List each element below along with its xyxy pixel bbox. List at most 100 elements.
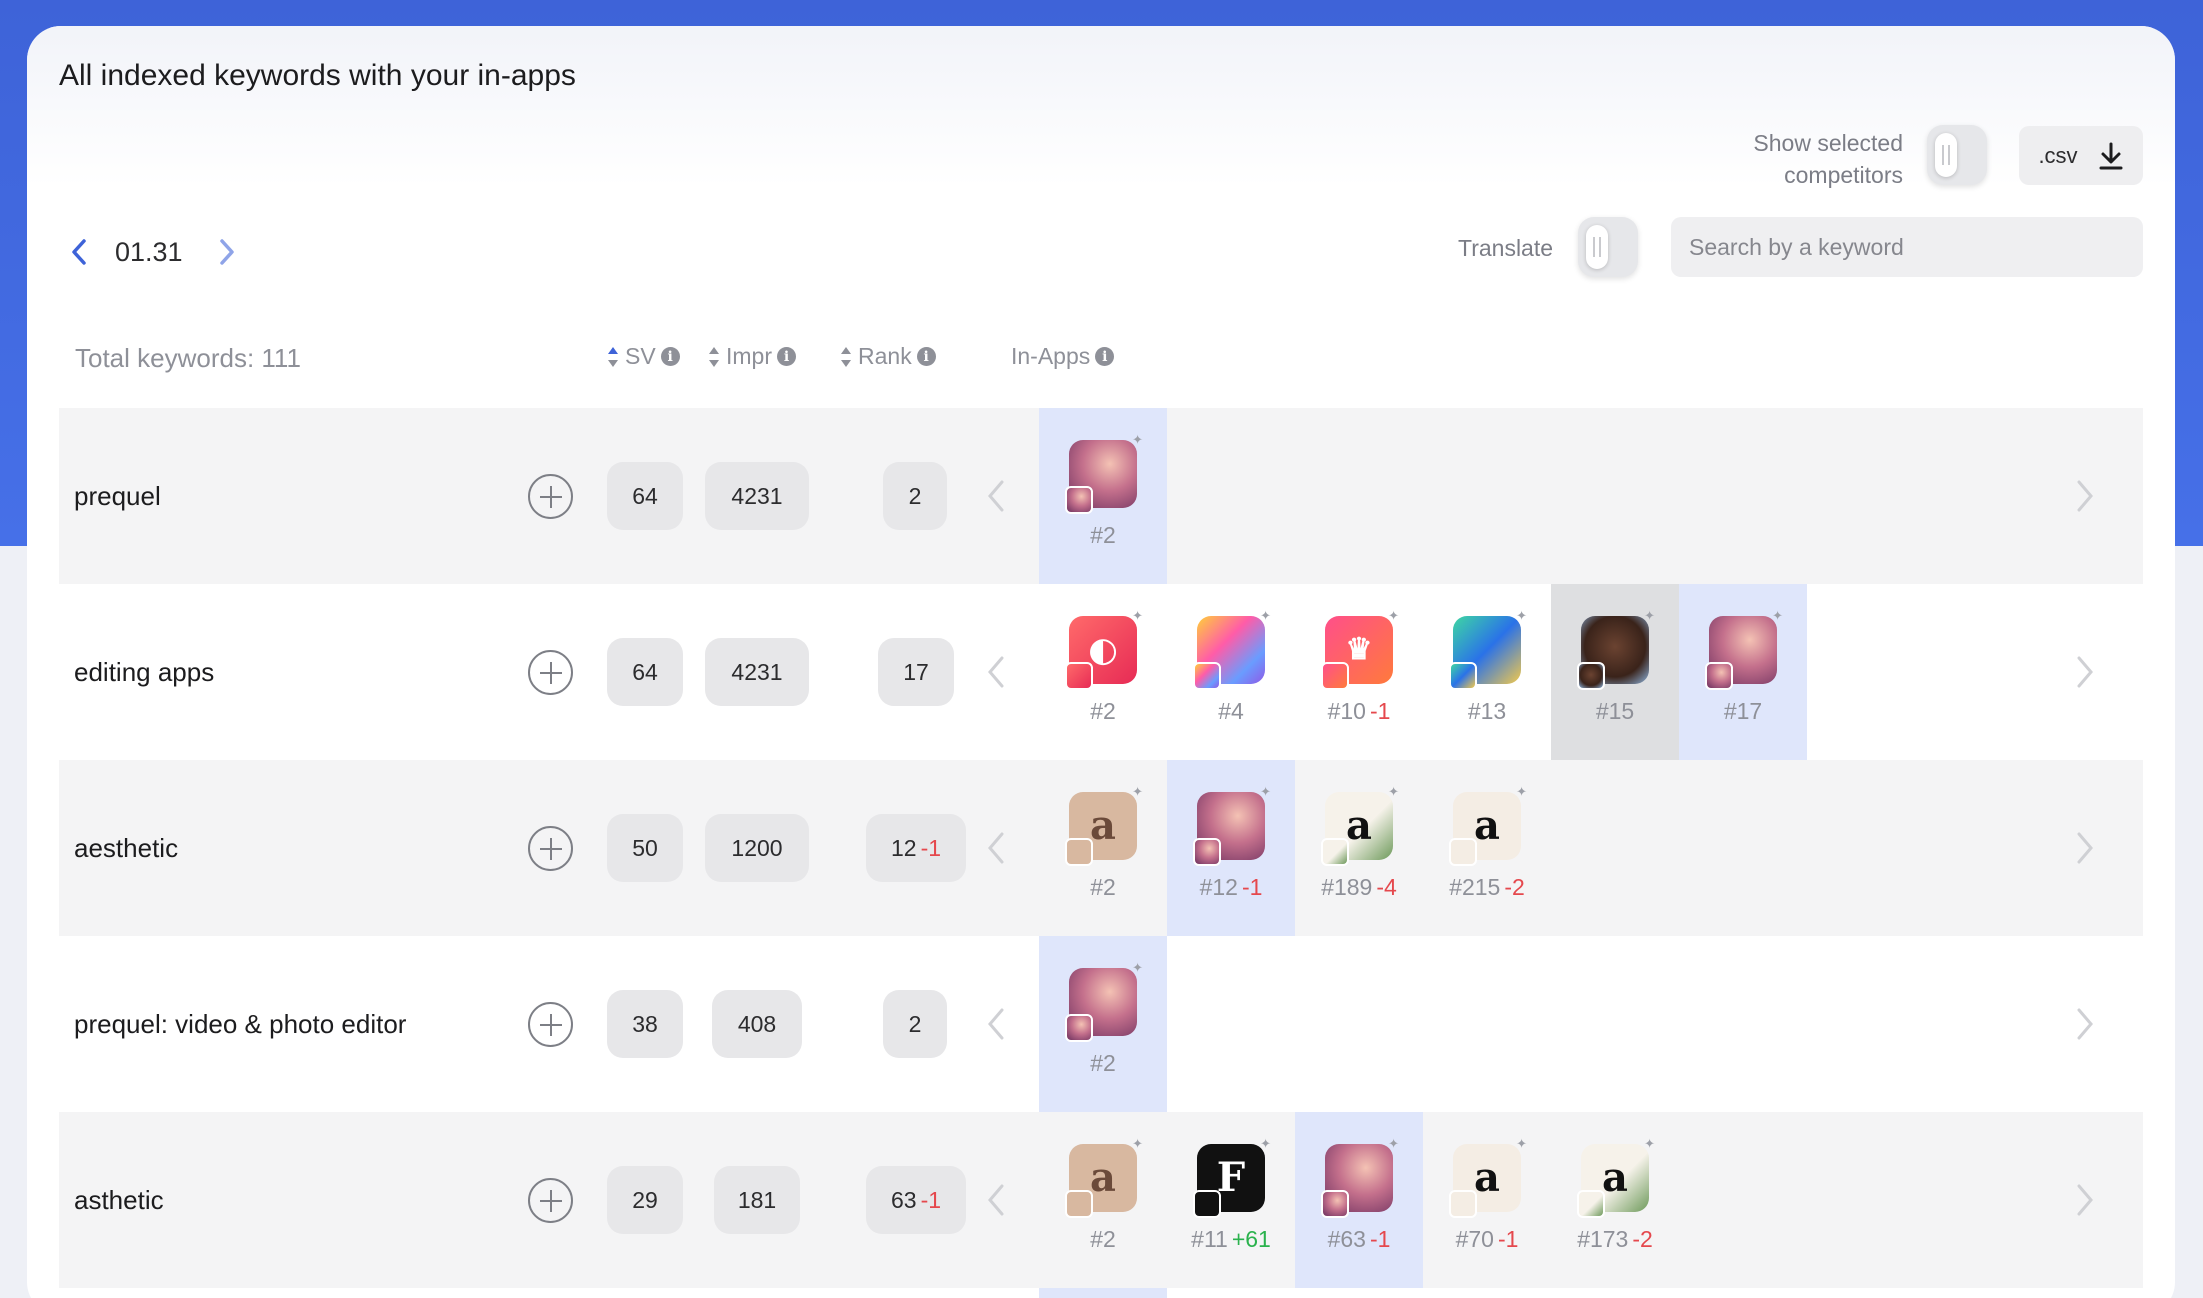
- mini-app-icon: [1065, 1189, 1093, 1218]
- scroll-right-icon[interactable]: [2073, 478, 2097, 514]
- in-app-rank-cell[interactable]: ♛ ✦ #10 -1: [1295, 584, 1423, 760]
- scroll-right-icon[interactable]: [2073, 830, 2097, 866]
- scroll-left-icon[interactable]: [984, 654, 1008, 690]
- sparkle-icon: ✦: [1388, 607, 1399, 623]
- sparkle-icon: ✦: [1132, 431, 1143, 447]
- csv-export-button[interactable]: .csv: [2019, 126, 2143, 185]
- aesthetic-cream-app-icon: a ✦: [1449, 1136, 1527, 1218]
- aesthetic-leaf-app-icon: a ✦: [1321, 784, 1399, 866]
- scroll-left-icon[interactable]: [984, 830, 1008, 866]
- mini-app-icon: [1193, 1189, 1221, 1218]
- impr-value: 181: [714, 1166, 800, 1234]
- add-keyword-button[interactable]: [528, 826, 573, 871]
- in-app-rank-cell[interactable]: a ✦ #173 -2: [1551, 1112, 1679, 1288]
- colorful-portrait-app-icon: ✦: [1193, 608, 1271, 690]
- mini-app-icon: [1065, 837, 1093, 866]
- keyword-text: aesthetic: [74, 832, 179, 863]
- keyword-search-input[interactable]: [1671, 217, 2143, 277]
- in-app-rank-cell[interactable]: ◐ ✦ #2: [1039, 584, 1167, 760]
- add-keyword-button[interactable]: [528, 474, 573, 519]
- in-app-rank-cell[interactable]: ✦ #4: [1167, 584, 1295, 760]
- sparkle-icon: ✦: [1260, 783, 1271, 799]
- rank-value: 2: [883, 990, 947, 1058]
- in-app-rank-cell[interactable]: a ✦ #189 -4: [1295, 760, 1423, 936]
- sparkle-icon: ✦: [1772, 607, 1783, 623]
- rank-delta: -1: [1369, 1225, 1391, 1252]
- sort-icon: [608, 346, 618, 367]
- table-row: asthetic 29 181 63 -1 a ✦ #2 F ✦ #11 +61…: [59, 1112, 2143, 1288]
- scroll-right-icon[interactable]: [2073, 1182, 2097, 1218]
- table-row: editing apps 64 4231 17 ◐ ✦ #2 ✦ #4 ♛ ✦ …: [59, 584, 2143, 760]
- in-app-rank-cell[interactable]: ✦ #13: [1423, 584, 1551, 760]
- translate-label: Translate: [1458, 235, 1554, 261]
- prequel-app-icon: ✦: [1065, 432, 1143, 514]
- toggle-knob: [1586, 225, 1608, 269]
- impr-value: 1200: [705, 814, 809, 882]
- toggle-knob: [1935, 133, 1957, 177]
- mini-app-icon: [1065, 1013, 1093, 1042]
- info-icon[interactable]: i: [916, 347, 936, 366]
- mini-app-icon: [1705, 661, 1733, 690]
- in-app-rank-cell[interactable]: a ✦ #2: [1039, 1112, 1167, 1288]
- keyword-text: asthetic: [74, 1184, 164, 1215]
- in-app-rank-cell[interactable]: a ✦ #70 -1: [1423, 1112, 1551, 1288]
- keyword-text: prequel: [74, 480, 161, 511]
- app-rank: #189: [1321, 873, 1373, 900]
- mini-app-icon: [1449, 661, 1477, 690]
- add-keyword-button[interactable]: [528, 1178, 573, 1223]
- app-rank: #17: [1723, 697, 1763, 724]
- sv-value: 64: [607, 462, 683, 530]
- in-app-rank-cell[interactable]: [1039, 1288, 1167, 1298]
- in-apps-column-header: In-Apps i: [1011, 343, 1115, 370]
- info-icon[interactable]: i: [660, 347, 680, 366]
- sparkle-icon: ✦: [1644, 607, 1655, 623]
- mini-app-icon: [1449, 1189, 1477, 1218]
- mini-app-icon: [1577, 661, 1605, 690]
- current-date: 01.31: [115, 236, 183, 267]
- app-rank: #215: [1449, 873, 1501, 900]
- sparkle-icon: ✦: [1260, 607, 1271, 623]
- prequel-app-icon: ✦: [1193, 784, 1271, 866]
- scroll-left-icon[interactable]: [984, 1006, 1008, 1042]
- in-app-rank-cell[interactable]: ✦ #15: [1551, 584, 1679, 760]
- page-title: All indexed keywords with your in-apps: [59, 59, 576, 92]
- info-icon[interactable]: i: [1095, 347, 1115, 366]
- in-app-rank-cell[interactable]: ✦ #17: [1679, 584, 1807, 760]
- scroll-right-icon[interactable]: [2073, 1006, 2097, 1042]
- in-app-rank-cell[interactable]: ✦ #2: [1039, 936, 1167, 1112]
- sparkle-icon: ✦: [1132, 959, 1143, 975]
- sparkle-icon: ✦: [1516, 607, 1527, 623]
- mini-app-icon: [1065, 485, 1093, 514]
- face-app-icon: ✦: [1577, 608, 1655, 690]
- scroll-left-icon[interactable]: [984, 478, 1008, 514]
- table-row: prequel 64 4231 2 ✦ #2: [59, 408, 2143, 584]
- impr-value: 4231: [705, 462, 809, 530]
- rank-number: 63: [890, 1186, 917, 1213]
- translate-toggle[interactable]: [1578, 217, 1638, 277]
- in-app-rank-cell[interactable]: ✦ #63 -1: [1295, 1112, 1423, 1288]
- impr-value: 4231: [705, 638, 809, 706]
- previous-date-button[interactable]: [65, 232, 93, 272]
- in-app-rank-cell[interactable]: F ✦ #11 +61: [1167, 1112, 1295, 1288]
- in-app-rank-cell[interactable]: ✦ #12 -1: [1167, 760, 1295, 936]
- sv-column-header[interactable]: SV i: [607, 343, 680, 370]
- next-date-button[interactable]: [213, 232, 241, 272]
- rank-column-header[interactable]: Rank i: [840, 343, 936, 370]
- in-app-rank-cell[interactable]: a ✦ #215 -2: [1423, 760, 1551, 936]
- aesthetic-crown-app-icon: a ✦: [1065, 784, 1143, 866]
- in-app-rank-cell[interactable]: ✦ #2: [1039, 408, 1167, 584]
- app-rank: #11: [1191, 1225, 1228, 1252]
- scroll-left-icon[interactable]: [984, 1182, 1008, 1218]
- rank-delta: -4: [1376, 873, 1397, 900]
- black-f-app-icon: F ✦: [1193, 1136, 1271, 1218]
- add-keyword-button[interactable]: [528, 650, 573, 695]
- scroll-right-icon[interactable]: [2073, 654, 2097, 690]
- in-app-rank-cell[interactable]: a ✦ #2: [1039, 760, 1167, 936]
- aesthetic-cream-app-icon: a ✦: [1449, 784, 1527, 866]
- add-keyword-button[interactable]: [528, 1002, 573, 1047]
- show-selected-competitors-toggle[interactable]: [1927, 125, 1987, 185]
- app-rank: #2: [1090, 1049, 1116, 1076]
- impr-column-header[interactable]: Impr i: [708, 343, 796, 370]
- rank-delta: -1: [1241, 873, 1263, 900]
- info-icon[interactable]: i: [777, 347, 796, 366]
